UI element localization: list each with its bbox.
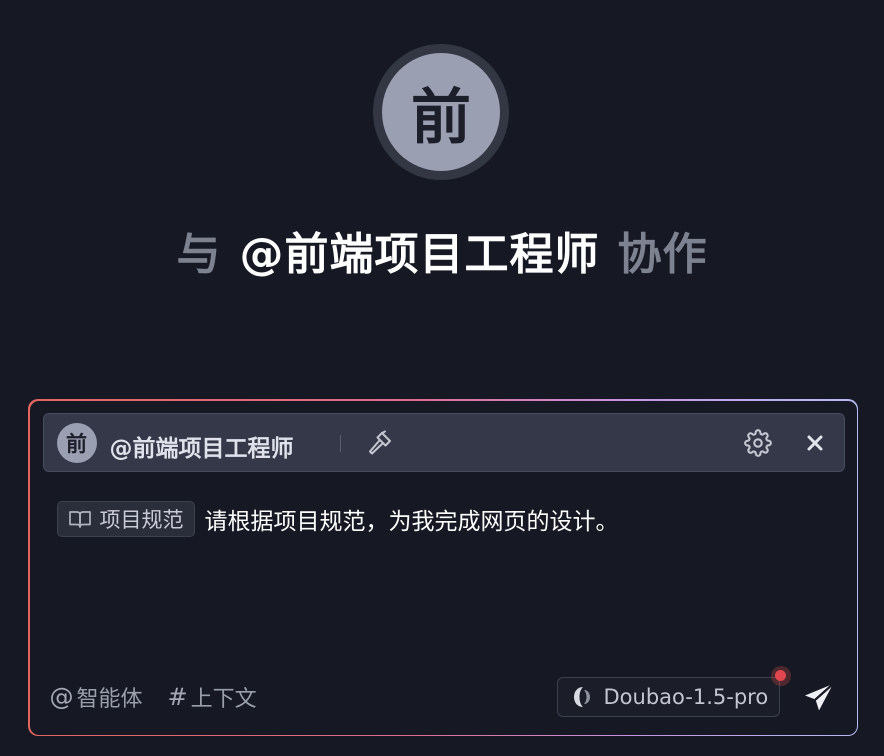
context-chip[interactable]: 项目规范 xyxy=(56,500,195,537)
context-label: 上下文 xyxy=(190,686,257,712)
message-input[interactable]: 项目规范 请根据项目规范，为我完成网页的设计。 xyxy=(56,500,619,537)
composer: 前 @前端项目工程师 项目规范 请根据项目规范，为我完成网页的设计。 @ 智能体… xyxy=(28,399,858,736)
hero-avatar: 前 xyxy=(373,44,509,180)
agents-label: 智能体 xyxy=(76,686,143,712)
agent-name[interactable]: @前端项目工程师 xyxy=(110,429,294,463)
send-button[interactable] xyxy=(800,679,838,717)
title-agent: @前端项目工程师 xyxy=(239,229,600,280)
agent-avatar: 前 xyxy=(56,422,97,463)
settings-button[interactable] xyxy=(742,427,774,459)
tools-button[interactable] xyxy=(364,427,396,459)
model-selector[interactable]: Doubao-1.5-pro xyxy=(556,676,780,717)
at-icon: @ xyxy=(49,682,74,711)
hash-icon: # xyxy=(167,682,188,711)
agent-bar-divider xyxy=(339,434,341,452)
context-button[interactable]: # 上下文 xyxy=(168,681,257,713)
close-agent-button[interactable] xyxy=(799,427,831,459)
close-icon xyxy=(807,435,822,450)
agent-bar: 前 @前端项目工程师 xyxy=(42,412,845,472)
model-label: Doubao-1.5-pro xyxy=(603,684,769,709)
send-icon xyxy=(804,682,834,710)
title-suffix: 协作 xyxy=(617,229,708,280)
doubao-logo-icon xyxy=(573,686,590,707)
title-prefix: 与 xyxy=(176,229,222,280)
hero-avatar-char: 前 xyxy=(382,53,500,171)
composer-body: 前 @前端项目工程师 项目规范 请根据项目规范，为我完成网页的设计。 @ 智能体… xyxy=(29,400,857,735)
book-icon xyxy=(68,510,91,528)
page-title: 与 @前端项目工程师 协作 xyxy=(0,218,884,282)
gear-icon xyxy=(743,428,772,457)
agents-button[interactable]: @ 智能体 xyxy=(50,681,143,713)
page: 前 与 @前端项目工程师 协作 前 @前端项目工程师 项目规范 请根据项目规范，… xyxy=(0,0,884,756)
message-text: 请根据项目规范，为我完成网页的设计。 xyxy=(204,508,619,535)
hammer-icon xyxy=(368,430,391,454)
context-chip-label: 项目规范 xyxy=(99,507,184,532)
notification-dot xyxy=(770,665,791,686)
